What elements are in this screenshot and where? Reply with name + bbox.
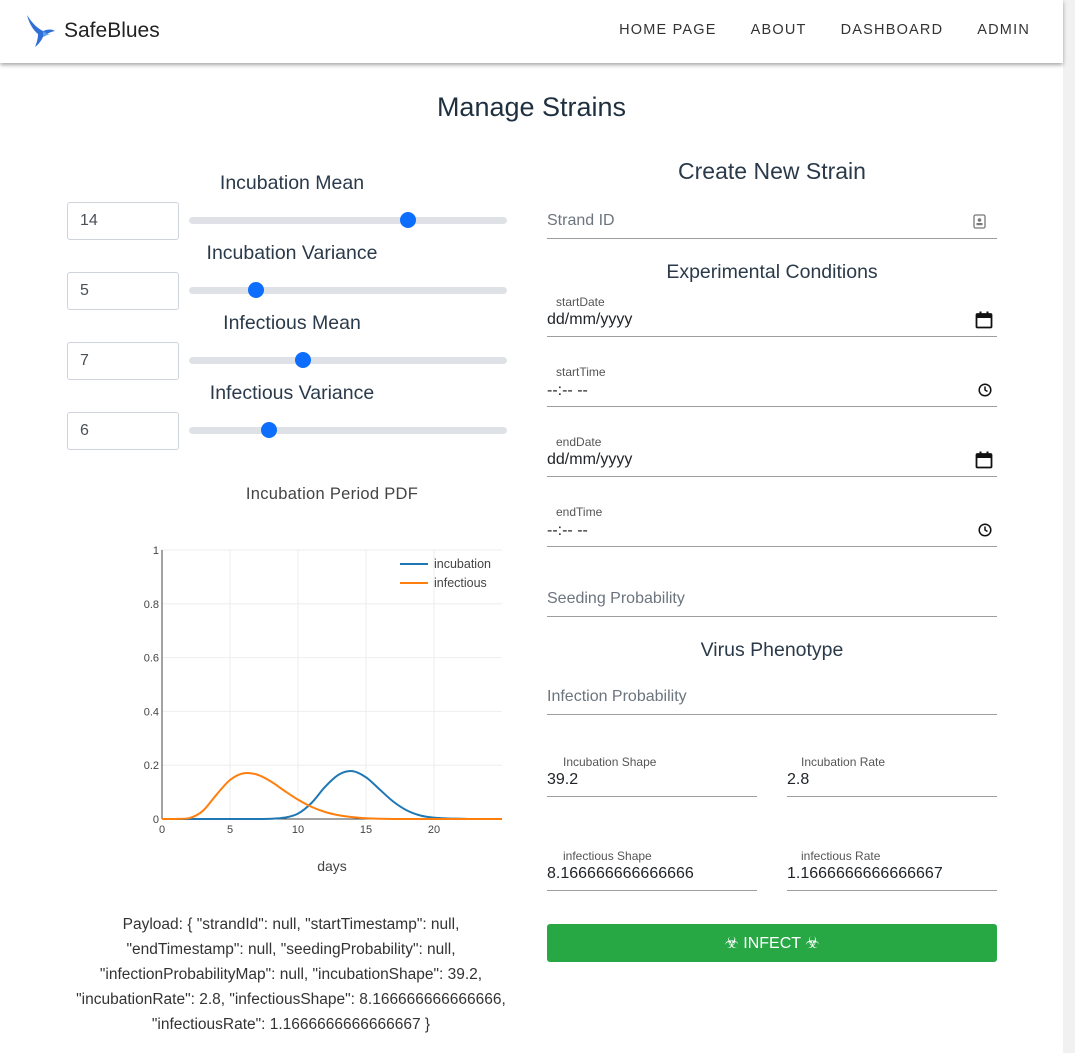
contact-card-icon [973, 214, 986, 234]
end-date-field[interactable] [547, 476, 997, 477]
y-tick-label: 0.4 [144, 706, 159, 718]
navbar: SafeBlues HOME PAGE ABOUT DASHBOARD ADMI… [0, 0, 1063, 63]
start-time-input[interactable]: --:-- -- [547, 382, 588, 400]
page-scrollbar[interactable] [1063, 0, 1075, 1053]
incubation-rate-field[interactable] [787, 796, 997, 797]
slider-thumb[interactable] [295, 352, 312, 368]
pdf-chart[interactable]: 0 5 10 15 20 0 0.2 0.4 0.6 0.8 1 days incubation infe… [100, 530, 520, 890]
start-date-input[interactable]: dd/mm/yyyy [547, 311, 632, 329]
y-tick-label: 0 [153, 814, 159, 826]
incubation-shape-input[interactable]: 39.2 [547, 771, 578, 789]
slider-thumb[interactable] [400, 212, 417, 228]
nav-about-link[interactable]: ABOUT [751, 22, 807, 38]
incubation-mean-input[interactable]: 14 [67, 202, 179, 240]
infectious-shape-input[interactable]: 8.166666666666666 [547, 865, 694, 883]
incubation-rate-label: Incubation Rate [801, 755, 886, 769]
incubation-variance-input[interactable]: 5 [67, 272, 179, 310]
x-axis-label: days [317, 858, 347, 874]
end-time-input[interactable]: --:-- -- [547, 522, 588, 540]
slider-thumb[interactable] [247, 282, 264, 298]
infection-probability-field[interactable] [547, 714, 997, 715]
legend-label-infectious: infectious [434, 576, 487, 590]
x-tick-label: 10 [292, 824, 304, 836]
seeding-probability-field[interactable] [547, 616, 997, 617]
start-date-field[interactable] [547, 336, 997, 337]
end-time-label: endTime [556, 505, 603, 519]
y-tick-label: 0.2 [144, 760, 159, 772]
y-tick-label: 0.8 [144, 599, 159, 611]
strand-id-placeholder: Strand ID [547, 212, 615, 229]
x-tick-label: 5 [227, 824, 233, 836]
infectious-mean-label: Infectious Mean [223, 312, 361, 334]
strand-id-field[interactable] [547, 238, 997, 239]
brand[interactable]: SafeBlues [26, 14, 160, 48]
payload-text: Payload: { "strandId": null, "startTimes… [76, 916, 506, 1033]
incubation-shape-field[interactable] [547, 796, 757, 797]
nav-home-link[interactable]: HOME PAGE [619, 22, 717, 38]
virus-phenotype-title: Virus Phenotype [700, 639, 844, 661]
infectious-rate-label: infectious Rate [801, 849, 881, 863]
end-date-label: endDate [556, 435, 602, 449]
start-time-label: startTime [556, 365, 606, 379]
infection-probability-placeholder: Infection Probability [547, 688, 687, 705]
clock-icon[interactable] [978, 523, 992, 542]
series-line-incubation [162, 770, 502, 820]
incubation-rate-input[interactable]: 2.8 [787, 771, 809, 789]
infectious-mean-slider[interactable] [189, 352, 507, 368]
incubation-mean-slider[interactable] [189, 212, 507, 228]
experimental-conditions-title: Experimental Conditions [666, 261, 878, 283]
nav-links: HOME PAGE ABOUT DASHBOARD ADMIN [619, 22, 1030, 38]
chart-title: Incubation Period PDF [245, 485, 419, 503]
infectious-shape-field[interactable] [547, 890, 757, 891]
clock-icon[interactable] [978, 383, 992, 402]
legend-label-incubation: incubation [434, 557, 491, 571]
start-date-label: startDate [556, 295, 605, 309]
page-title: Manage Strains [436, 92, 627, 122]
infectious-variance-label: Infectious Variance [209, 382, 375, 404]
incubation-mean-label: Incubation Mean [219, 172, 365, 194]
y-tick-label: 0.6 [144, 653, 159, 665]
infectious-rate-field[interactable] [787, 890, 997, 891]
start-time-field[interactable] [547, 406, 997, 407]
calendar-icon[interactable] [975, 311, 993, 334]
x-tick-label: 15 [360, 824, 372, 836]
slider-thumb[interactable] [260, 422, 277, 438]
incubation-variance-label: Incubation Variance [206, 242, 378, 264]
infectious-shape-label: infectious Shape [563, 849, 652, 863]
infect-button[interactable]: ☣ INFECT ☣ [547, 924, 997, 962]
x-tick-label: 20 [428, 824, 440, 836]
nav-admin-link[interactable]: ADMIN [977, 22, 1030, 38]
calendar-icon[interactable] [975, 451, 993, 474]
end-time-field[interactable] [547, 546, 997, 547]
end-date-input[interactable]: dd/mm/yyyy [547, 451, 632, 469]
bird-logo-icon [27, 15, 55, 47]
create-strain-title: Create New Strain [678, 158, 866, 184]
infectious-variance-input[interactable]: 6 [67, 412, 179, 450]
incubation-shape-label: Incubation Shape [563, 755, 657, 769]
infectious-variance-slider[interactable] [189, 422, 507, 438]
nav-dashboard-link[interactable]: DASHBOARD [841, 22, 944, 38]
x-tick-label: 0 [159, 824, 165, 836]
infectious-rate-input[interactable]: 1.1666666666666667 [787, 865, 943, 883]
brand-name: SafeBlues [64, 19, 160, 42]
y-tick-label: 1 [153, 545, 159, 557]
incubation-variance-slider[interactable] [189, 282, 507, 298]
seeding-probability-placeholder: Seeding Probability [547, 590, 685, 607]
infectious-mean-input[interactable]: 7 [67, 342, 179, 380]
